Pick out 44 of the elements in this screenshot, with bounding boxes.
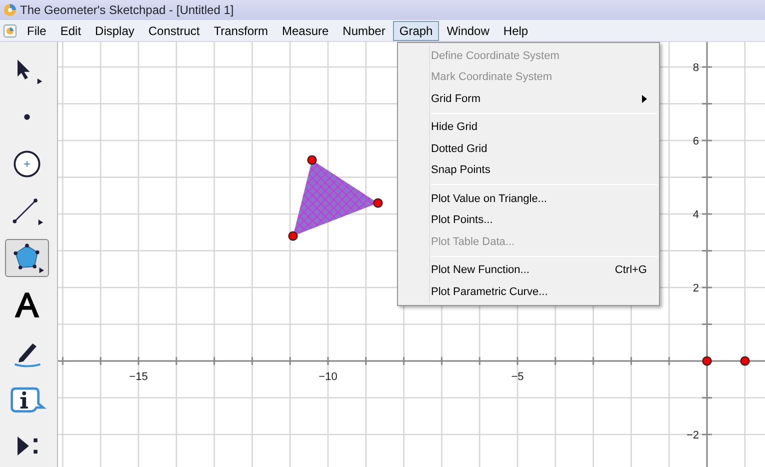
menu-option[interactable]: Plot Points... bbox=[398, 210, 659, 231]
info-tool-icon bbox=[10, 387, 44, 412]
point bbox=[373, 198, 383, 208]
document-icon[interactable] bbox=[3, 24, 17, 38]
point bbox=[702, 356, 712, 366]
point bbox=[307, 155, 317, 165]
menu-option[interactable]: Snap Points bbox=[398, 160, 659, 181]
menu-item[interactable]: Construct bbox=[142, 20, 206, 40]
point bbox=[288, 231, 298, 241]
menu-item[interactable]: File bbox=[21, 20, 52, 40]
polygon-tool-icon bbox=[14, 244, 44, 274]
point bbox=[740, 356, 750, 366]
menu-item[interactable]: Display bbox=[89, 20, 140, 40]
axis-label: −15 bbox=[129, 371, 148, 383]
marker-tool-icon bbox=[14, 343, 40, 368]
axis-label: −5 bbox=[511, 371, 524, 383]
menu-item[interactable]: Window bbox=[440, 20, 496, 40]
menu-item[interactable]: Help bbox=[497, 20, 534, 40]
menu-option[interactable]: Plot Parametric Curve... bbox=[398, 281, 659, 302]
menu-option[interactable]: Hide Grid bbox=[398, 116, 659, 138]
axis-label: −2 bbox=[686, 430, 699, 442]
polygon-tool-button[interactable] bbox=[5, 239, 49, 277]
menu-option[interactable]: Plot New Function... Ctrl+G bbox=[398, 260, 659, 281]
axis-label: 8 bbox=[692, 62, 699, 74]
menu-option[interactable]: Dotted Grid bbox=[398, 138, 659, 160]
compass-tool-icon bbox=[14, 150, 40, 178]
menu-item[interactable]: Edit bbox=[54, 20, 88, 40]
letter-tool-icon bbox=[14, 292, 40, 318]
custom-tool-icon bbox=[18, 436, 38, 456]
line-tool-icon bbox=[12, 198, 44, 226]
app-icon bbox=[3, 3, 17, 17]
axis-label: 4 bbox=[692, 209, 699, 221]
point-tool-icon bbox=[24, 114, 30, 120]
menu-option[interactable]: Plot Value on Triangle... bbox=[398, 188, 659, 210]
menu-option[interactable]: Grid Form bbox=[398, 88, 659, 110]
menu-item[interactable]: Measure bbox=[276, 20, 335, 40]
axis-label: 2 bbox=[692, 282, 699, 294]
arrow-tool-icon bbox=[18, 60, 42, 84]
menu-item[interactable]: Transform bbox=[208, 20, 274, 40]
axis-label: −10 bbox=[318, 371, 338, 383]
menu-item[interactable]: Number bbox=[336, 20, 392, 40]
window-title: The Geometer's Sketchpad - [Untitled 1] bbox=[20, 2, 234, 19]
axis-label: 6 bbox=[692, 136, 699, 148]
menu-item[interactable]: Graph bbox=[393, 20, 439, 40]
